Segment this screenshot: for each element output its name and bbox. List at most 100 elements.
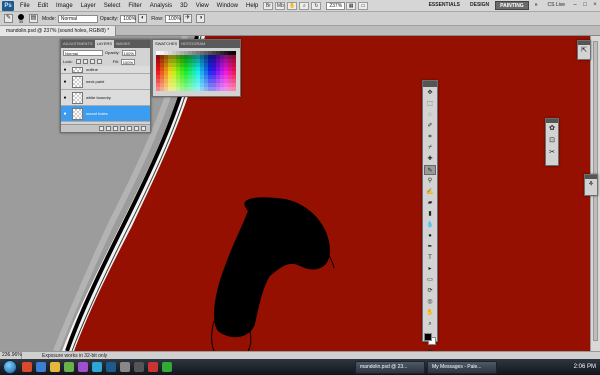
workspace-overflow-button[interactable]: »: [531, 1, 542, 10]
dodge-tool-icon[interactable]: ●: [424, 231, 436, 241]
brush-panel-toggle-icon[interactable]: ▤: [29, 14, 38, 23]
lock-all-icon[interactable]: [96, 59, 102, 64]
lock-position-icon[interactable]: [89, 59, 95, 64]
zoom-tool-icon[interactable]: ⌕: [299, 1, 310, 10]
tab-masks[interactable]: MASKS: [114, 40, 132, 48]
new-layer-icon[interactable]: [134, 126, 139, 131]
visibility-eye-icon[interactable]: ●: [61, 67, 69, 73]
taskbar-photoshop-button[interactable]: mandolin.psd @ 23...: [355, 360, 425, 374]
layer-row-white-boundry[interactable]: ● white boundry: [61, 90, 150, 106]
visibility-eye-icon[interactable]: ●: [61, 95, 69, 101]
panel-collapse-icon[interactable]: ⇱: [578, 45, 590, 57]
workspace-design[interactable]: DESIGN: [466, 1, 493, 10]
menu-edit[interactable]: Edit: [34, 0, 52, 12]
marquee-tool-icon[interactable]: ⬚: [424, 99, 436, 109]
arrange-documents-button[interactable]: ▦: [346, 1, 357, 10]
foreground-color-swatch[interactable]: [424, 333, 432, 341]
spot-healing-tool-icon[interactable]: ✚: [424, 154, 436, 164]
clone-stamp-tool-icon[interactable]: ⚲: [424, 176, 436, 186]
eyedropper-tool-icon[interactable]: ⌿: [424, 143, 436, 153]
menu-select[interactable]: Select: [100, 0, 125, 12]
close-button[interactable]: ×: [590, 1, 600, 10]
minimize-button[interactable]: –: [570, 1, 580, 10]
browser-icon[interactable]: [22, 362, 32, 372]
tool-presets-icon[interactable]: ✂: [546, 147, 558, 159]
add-mask-icon[interactable]: [113, 126, 118, 131]
navigator-icon[interactable]: ⚘: [585, 179, 597, 191]
taskbar-messages-button[interactable]: My Messages - Pale...: [427, 360, 497, 374]
shape-tool-icon[interactable]: ▭: [424, 275, 436, 285]
menu-analysis[interactable]: Analysis: [146, 0, 176, 12]
status-zoom-field[interactable]: 236.96%: [0, 352, 22, 359]
media-icon[interactable]: [64, 362, 74, 372]
screen-mode-button[interactable]: ▭: [358, 1, 369, 10]
app-icon[interactable]: [148, 362, 158, 372]
brush-tool-icon[interactable]: ✎: [424, 165, 436, 175]
adjustment-layer-icon[interactable]: [120, 126, 125, 131]
visibility-eye-icon[interactable]: ●: [61, 111, 69, 117]
zoom-level-field[interactable]: 237%: [326, 1, 346, 10]
pen-tool-icon[interactable]: ✒: [424, 242, 436, 252]
menu-layer[interactable]: Layer: [77, 0, 100, 12]
airbrush-icon[interactable]: ✈: [183, 14, 193, 23]
eraser-tool-icon[interactable]: ▰: [424, 198, 436, 208]
opacity-field[interactable]: 100%: [120, 14, 137, 23]
move-tool-icon[interactable]: ✥: [424, 88, 436, 98]
menu-window[interactable]: Window: [213, 0, 242, 12]
hand-tool-icon[interactable]: ✋: [424, 308, 436, 318]
hand-tool-icon[interactable]: ✋: [287, 1, 298, 10]
app-icon[interactable]: [162, 362, 172, 372]
tablet-pressure-size-icon[interactable]: ◑: [196, 14, 206, 23]
bridge-button[interactable]: Br: [263, 1, 274, 10]
menu-file[interactable]: File: [16, 0, 34, 12]
menu-filter[interactable]: Filter: [124, 0, 145, 12]
document-tab[interactable]: mandolin.psd @ 237% (sound holes, RGB/8)…: [0, 26, 117, 36]
menu-help[interactable]: Help: [242, 0, 262, 12]
tab-swatches[interactable]: SWATCHES: [153, 40, 180, 48]
flow-field[interactable]: 100%: [165, 14, 182, 23]
cs-live-button[interactable]: CS Live: [543, 1, 569, 10]
3d-orbit-tool-icon[interactable]: ◎: [424, 297, 436, 307]
tools-panel-grip[interactable]: [423, 81, 437, 87]
layer-style-icon[interactable]: [106, 126, 111, 131]
menu-view[interactable]: View: [192, 0, 213, 12]
new-group-icon[interactable]: [127, 126, 132, 131]
link-layers-icon[interactable]: [99, 126, 104, 131]
tab-histogram[interactable]: HISTOGRAM: [179, 40, 207, 48]
gradient-tool-icon[interactable]: ▮: [424, 209, 436, 219]
maximize-button[interactable]: □: [580, 1, 590, 10]
tab-adjustments[interactable]: ADJUSTMENTS: [61, 40, 95, 48]
menu-image[interactable]: Image: [52, 0, 77, 12]
brush-presets-icon[interactable]: ✿: [546, 123, 558, 135]
path-selection-tool-icon[interactable]: ▸: [424, 264, 436, 274]
swatch-grid[interactable]: [156, 51, 238, 91]
tab-layers[interactable]: LAYERS: [94, 40, 115, 48]
messenger-icon[interactable]: [92, 362, 102, 372]
mode-select[interactable]: Normal: [57, 14, 98, 23]
layer-opacity-field[interactable]: 100%: [121, 49, 136, 56]
app-icon[interactable]: [78, 362, 88, 372]
minibridge-button[interactable]: Mb: [275, 1, 286, 10]
layer-row-outline[interactable]: ● outline: [61, 66, 150, 74]
brush-tool-preset-icon[interactable]: ✎: [4, 14, 13, 23]
color-swatch[interactable]: [232, 87, 236, 91]
fill-field[interactable]: 100%: [120, 58, 135, 65]
app-icon[interactable]: [120, 362, 130, 372]
zoom-tool-icon[interactable]: ⌕: [424, 319, 436, 329]
history-brush-tool-icon[interactable]: ✍: [424, 187, 436, 197]
folder-icon[interactable]: [50, 362, 60, 372]
clone-source-icon[interactable]: ⊡: [546, 135, 558, 147]
lock-transparent-icon[interactable]: [75, 59, 81, 64]
workspace-painting[interactable]: PAINTING: [495, 1, 529, 10]
rotate-view-icon[interactable]: ↻: [311, 1, 322, 10]
layer-row-neck-paint[interactable]: ● neck paint: [61, 74, 150, 90]
brush-picker[interactable]: 35: [18, 13, 24, 24]
workspace-essentials[interactable]: ESSENTIALS: [425, 1, 464, 10]
tablet-pressure-opacity-icon[interactable]: ◐: [138, 14, 148, 23]
layer-row-sound-holes[interactable]: ● sound holes: [61, 106, 150, 122]
3d-rotate-tool-icon[interactable]: ⟳: [424, 286, 436, 296]
lasso-tool-icon[interactable]: ◌: [424, 110, 436, 120]
lock-image-icon[interactable]: [82, 59, 88, 64]
visibility-eye-icon[interactable]: ●: [61, 79, 69, 85]
menu-3d[interactable]: 3D: [176, 0, 192, 12]
